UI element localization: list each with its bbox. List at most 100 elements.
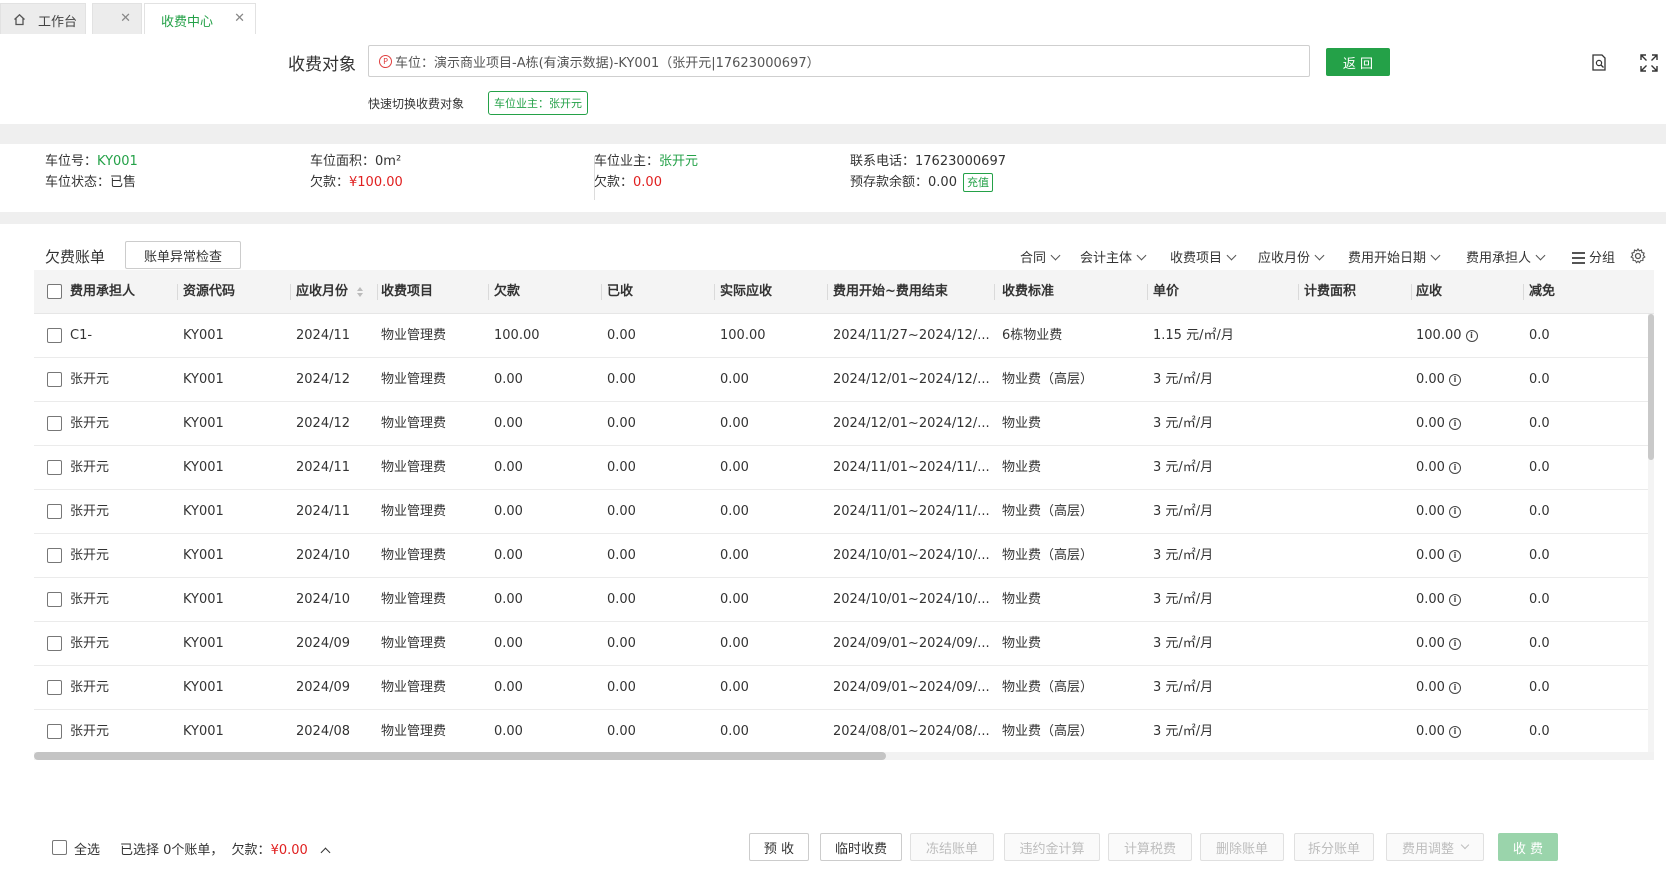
- row-checkbox[interactable]: [47, 504, 62, 519]
- chevron-down-icon: [1136, 250, 1147, 261]
- table-row[interactable]: 张开元 KY001 2024/12 物业管理费 0.00 0.00 0.00 2024/12/…: [34, 358, 1654, 402]
- tab-blank[interactable]: ✕: [92, 3, 142, 34]
- table-row[interactable]: 张开元 KY001 2024/09 物业管理费 0.00 0.00 0.00 2024/09/…: [34, 622, 1654, 666]
- cell-payer[interactable]: 张开元: [70, 446, 178, 490]
- row-checkbox[interactable]: [47, 328, 62, 343]
- cell-payer[interactable]: 张开元: [70, 358, 178, 402]
- row-checkbox[interactable]: [47, 680, 62, 695]
- filter-start-date[interactable]: 费用开始日期: [1348, 247, 1441, 266]
- table-row[interactable]: 张开元 KY001 2024/11 物业管理费 0.00 0.00 0.00 2024/11/…: [34, 490, 1654, 534]
- info-icon[interactable]: i: [1448, 637, 1461, 650]
- horizontal-scrollbar[interactable]: [34, 752, 1654, 760]
- cell-payer[interactable]: 张开元: [70, 578, 178, 622]
- cell-resource-code[interactable]: KY001: [183, 534, 291, 578]
- split-bill-button[interactable]: 拆分账单: [1294, 833, 1374, 861]
- info-icon[interactable]: i: [1448, 549, 1461, 562]
- close-icon[interactable]: ✕: [120, 11, 131, 26]
- quick-switch-tag[interactable]: 车位业主：张开元: [488, 91, 588, 115]
- info-icon[interactable]: i: [1448, 725, 1461, 738]
- freeze-bill-button[interactable]: 冻结账单: [910, 833, 994, 861]
- temp-charge-button[interactable]: 临时收费: [820, 833, 902, 861]
- row-checkbox[interactable]: [47, 636, 62, 651]
- cell-payer[interactable]: 张开元: [70, 622, 178, 666]
- cell-resource-code[interactable]: KY001: [183, 622, 291, 666]
- filter-payer[interactable]: 费用承担人: [1466, 247, 1546, 266]
- bill-check-button[interactable]: 账单异常检查: [125, 241, 241, 269]
- cell-resource-code[interactable]: KY001: [183, 314, 291, 358]
- info-icon[interactable]: i: [1448, 681, 1461, 694]
- header-checkbox[interactable]: [47, 284, 62, 299]
- cell-payer[interactable]: C1-: [70, 314, 178, 358]
- cell-payer[interactable]: 张开元: [70, 402, 178, 446]
- cell-paid: 0.00: [607, 460, 636, 475]
- col-paid: 已收: [607, 270, 715, 314]
- filter-accounting-entity[interactable]: 会计主体: [1080, 247, 1147, 266]
- table-row[interactable]: 张开元 KY001 2024/10 物业管理费 0.00 0.00 0.00 2024/10/…: [34, 534, 1654, 578]
- cell-payer[interactable]: 张开元: [70, 666, 178, 710]
- cell-payer[interactable]: 张开元: [70, 534, 178, 578]
- cell-resource-code[interactable]: KY001: [183, 578, 291, 622]
- owner-name[interactable]: 张开元: [659, 154, 698, 169]
- target-selector[interactable]: P 车位：演示商业项目-A栋(有演示数据)-KY001（张开元|17623000…: [368, 45, 1310, 77]
- prepay-button[interactable]: 预 收: [749, 833, 809, 861]
- info-icon[interactable]: i: [1448, 461, 1461, 474]
- tab-workbench[interactable]: 工作台: [0, 3, 86, 34]
- table-row[interactable]: C1- KY001 2024/11 物业管理费 100.00 0.00 100.00 2024…: [34, 314, 1654, 358]
- delete-bill-button[interactable]: 删除账单: [1200, 833, 1284, 861]
- fullscreen-icon[interactable]: [1640, 54, 1658, 72]
- table-row[interactable]: 张开元 KY001 2024/10 物业管理费 0.00 0.00 0.00 2024/10/…: [34, 578, 1654, 622]
- col-payer: 费用承担人: [70, 270, 178, 314]
- row-checkbox[interactable]: [47, 724, 62, 739]
- cell-payer[interactable]: 张开元: [70, 490, 178, 534]
- cell-resource-code[interactable]: KY001: [183, 666, 291, 710]
- cell-resource-code[interactable]: KY001: [183, 446, 291, 490]
- cell-month: 2024/09: [296, 680, 351, 695]
- tab-charge-center[interactable]: 收费中心 ✕: [144, 3, 256, 34]
- sort-icon[interactable]: [356, 286, 364, 298]
- chevron-up-icon[interactable]: [320, 847, 331, 858]
- table-row[interactable]: 张开元 KY001 2024/12 物业管理费 0.00 0.00 0.00 2024/12/…: [34, 402, 1654, 446]
- filter-contract[interactable]: 合同: [1020, 247, 1061, 266]
- row-checkbox[interactable]: [47, 548, 62, 563]
- col-resource-code: 资源代码: [183, 270, 291, 314]
- filter-receivable-month[interactable]: 应收月份: [1258, 247, 1325, 266]
- info-icon[interactable]: i: [1448, 505, 1461, 518]
- table-row[interactable]: 张开元 KY001 2024/08 物业管理费 0.00 0.00 0.00 2024/08/…: [34, 710, 1654, 754]
- row-checkbox[interactable]: [47, 460, 62, 475]
- space-status: 已售: [110, 175, 137, 190]
- row-checkbox[interactable]: [47, 416, 62, 431]
- group-button[interactable]: 分组: [1572, 247, 1615, 266]
- horizontal-scroll-thumb[interactable]: [34, 752, 886, 760]
- table-row[interactable]: 张开元 KY001 2024/11 物业管理费 0.00 0.00 0.00 2024/11/…: [34, 446, 1654, 490]
- gear-icon[interactable]: [1630, 248, 1646, 264]
- row-checkbox[interactable]: [47, 372, 62, 387]
- cell-resource-code[interactable]: KY001: [183, 402, 291, 446]
- cell-resource-code[interactable]: KY001: [183, 710, 291, 754]
- info-icon[interactable]: i: [1448, 593, 1461, 606]
- info-icon[interactable]: i: [1448, 417, 1461, 430]
- penalty-calc-button[interactable]: 违约金计算: [1004, 833, 1100, 861]
- vertical-scrollbar[interactable]: [1648, 314, 1654, 754]
- collect-button[interactable]: 收 费: [1498, 833, 1558, 861]
- vertical-scroll-thumb[interactable]: [1648, 314, 1654, 460]
- cell-paid: 0.00: [607, 680, 636, 695]
- fee-adjust-button[interactable]: 费用调整: [1386, 833, 1484, 861]
- recharge-button[interactable]: 充值: [962, 173, 993, 192]
- filter-charge-item[interactable]: 收费项目: [1170, 247, 1237, 266]
- document-search-icon[interactable]: [1592, 54, 1607, 71]
- cell-actual-receivable: 0.00: [720, 460, 749, 475]
- cell-unit-price: 3 元/㎡/月: [1153, 460, 1214, 475]
- select-all-checkbox[interactable]: [52, 840, 67, 855]
- tax-calc-button[interactable]: 计算税费: [1108, 833, 1192, 861]
- row-checkbox[interactable]: [47, 592, 62, 607]
- cell-resource-code[interactable]: KY001: [183, 358, 291, 402]
- col-month[interactable]: 应收月份: [296, 270, 378, 314]
- cell-payer[interactable]: 张开元: [70, 710, 178, 754]
- info-icon[interactable]: i: [1448, 373, 1461, 386]
- cell-resource-code[interactable]: KY001: [183, 490, 291, 534]
- back-button[interactable]: 返 回: [1326, 48, 1390, 76]
- info-icon[interactable]: i: [1465, 329, 1478, 342]
- table-row[interactable]: 张开元 KY001 2024/09 物业管理费 0.00 0.00 0.00 2024/09/…: [34, 666, 1654, 710]
- close-icon[interactable]: ✕: [234, 11, 245, 26]
- charge-target-header: 收费对象 P 车位：演示商业项目-A栋(有演示数据)-KY001（张开元|176…: [0, 34, 1666, 124]
